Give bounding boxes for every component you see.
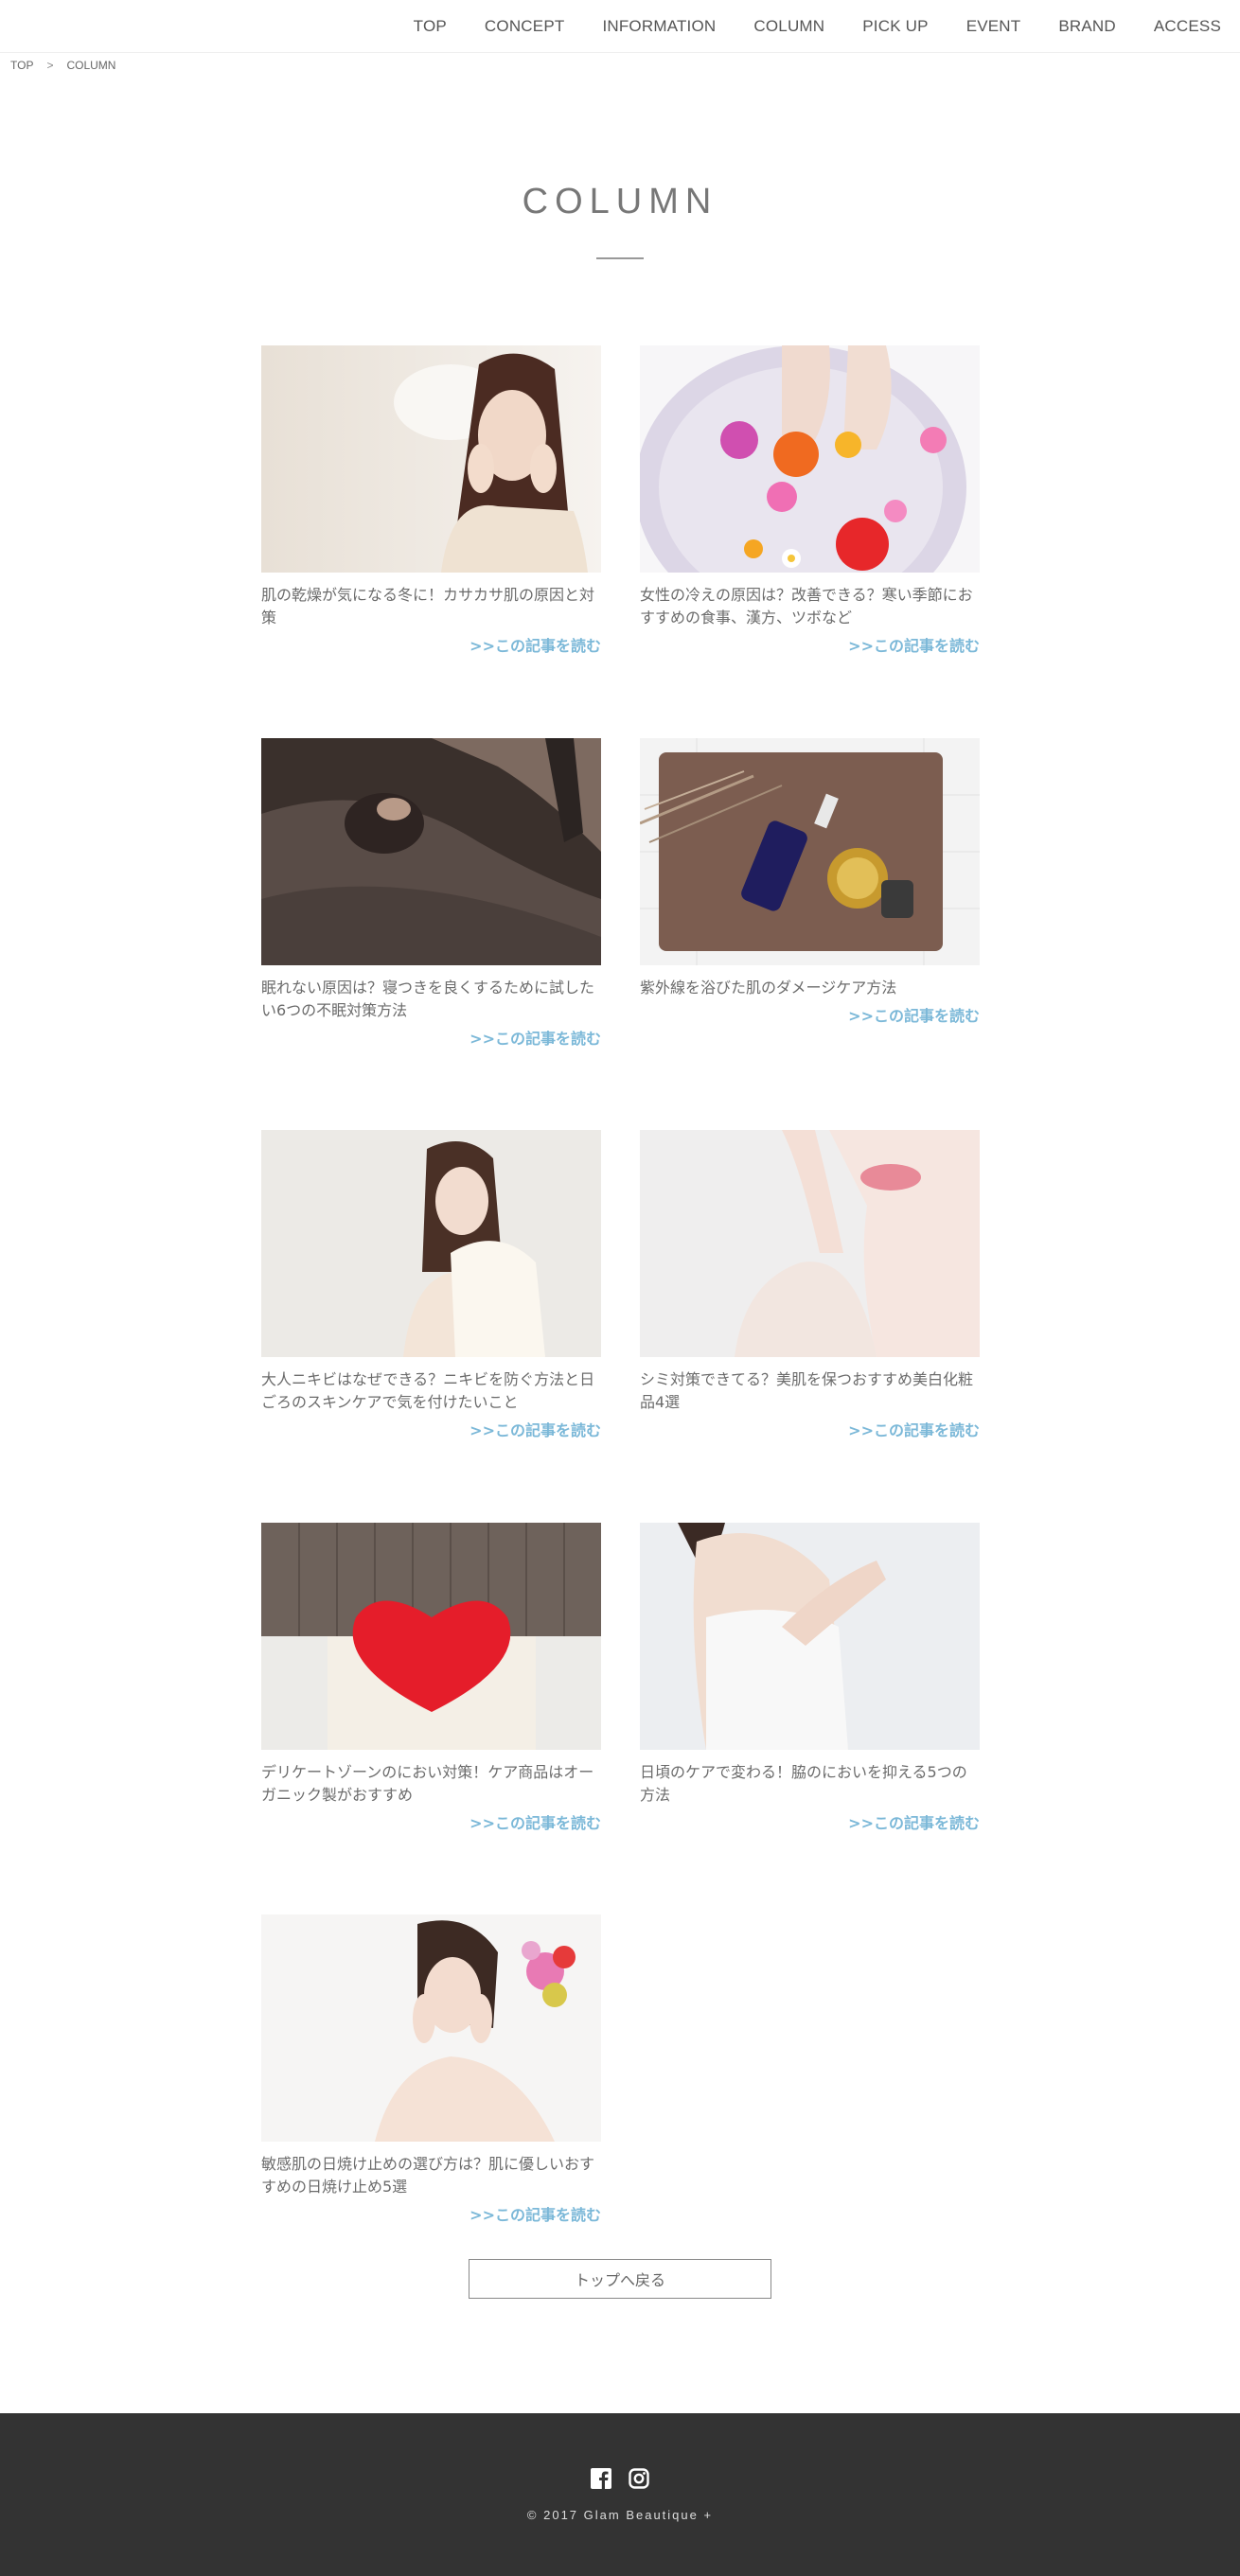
read-more-link[interactable]: >>この記事を読む [640, 1418, 980, 1440]
hand-on-cheek-image [640, 1130, 980, 1357]
nav-column[interactable]: COLUMN [753, 17, 824, 36]
title-divider [596, 257, 644, 259]
red-heart-cushion-image [261, 1523, 601, 1750]
nav-concept[interactable]: CONCEPT [485, 17, 565, 36]
read-more-link[interactable]: >>この記事を読む [261, 1418, 601, 1440]
article-thumbnail[interactable] [640, 345, 980, 573]
article-card: 肌の乾燥が気になる冬に！カサカサ肌の原因と対策 >>この記事を読む [261, 345, 601, 656]
foot-bath-flowers-image [640, 345, 980, 573]
article-title: シミ対策できてる？美肌を保つおすすめ美白化粧品4選 [640, 1370, 974, 1411]
woman-with-towel-image [261, 1130, 601, 1357]
article-card: 紫外線を浴びた肌のダメージケア方法 >>この記事を読む [640, 738, 980, 1026]
article-title: 大人ニキビはなぜできる？ニキビを防ぐ方法と日ごろのスキンケアで気を付けたいこと [261, 1370, 595, 1411]
site-footer: © 2017 Glam Beautique + [0, 2413, 1240, 2576]
site-header: TOP CONCEPT INFORMATION COLUMN PICK UP E… [0, 0, 1240, 53]
article-card: 女性の冷えの原因は？改善できる？寒い季節におすすめの食事、漢方、ツボなど >>こ… [640, 345, 980, 656]
read-more-link[interactable]: >>この記事を読む [261, 633, 601, 656]
article-title: デリケートゾーンのにおい対策！ケア商品はオーガニック製がおすすめ [261, 1763, 594, 1804]
nav-top[interactable]: TOP [414, 17, 447, 36]
breadcrumb-home[interactable]: TOP [10, 59, 33, 72]
article-thumbnail[interactable] [261, 1914, 601, 2142]
article-thumbnail[interactable] [640, 738, 980, 965]
article-thumbnail[interactable] [640, 1523, 980, 1750]
article-title: 肌の乾燥が気になる冬に！カサカサ肌の原因と対策 [261, 586, 595, 626]
read-more-link[interactable]: >>この記事を読む [261, 1810, 601, 1833]
article-thumbnail[interactable] [261, 1523, 601, 1750]
article-thumbnail[interactable] [261, 738, 601, 965]
page-title: COLUMN [522, 182, 718, 221]
breadcrumb-separator: > [46, 59, 54, 72]
facebook-icon[interactable] [591, 2468, 611, 2489]
woman-sleeping-image [261, 738, 601, 965]
nav-access[interactable]: ACCESS [1154, 17, 1221, 36]
social-links [0, 2468, 1240, 2489]
article-thumbnail[interactable] [261, 345, 601, 573]
read-more-link[interactable]: >>この記事を読む [640, 633, 980, 656]
read-more-link[interactable]: >>この記事を読む [640, 1810, 980, 1833]
woman-touching-face-image [261, 345, 601, 573]
woman-in-towel-image [640, 1523, 980, 1750]
article-title: 紫外線を浴びた肌のダメージケア方法 [640, 979, 897, 997]
nav-brand[interactable]: BRAND [1058, 17, 1116, 36]
article-title: 敏感肌の日焼け止めの選び方は？肌に優しいおすすめの日焼け止め5選 [261, 2155, 595, 2196]
nav-event[interactable]: EVENT [966, 17, 1021, 36]
nav-information[interactable]: INFORMATION [602, 17, 716, 36]
article-card: 日頃のケアで変わる！脇のにおいを抑える5つの方法 >>この記事を読む [640, 1523, 980, 1833]
read-more-link[interactable]: >>この記事を読む [640, 1003, 980, 1026]
read-more-link[interactable]: >>この記事を読む [261, 1026, 601, 1049]
article-card: 敏感肌の日焼け止めの選び方は？肌に優しいおすすめの日焼け止め5選 >>この記事を… [261, 1914, 601, 2225]
article-thumbnail[interactable] [261, 1130, 601, 1357]
woman-with-flowers-in-hair-image [261, 1914, 601, 2142]
article-title: 女性の冷えの原因は？改善できる？寒い季節におすすめの食事、漢方、ツボなど [640, 586, 973, 626]
skincare-bottles-on-towel-image [640, 738, 980, 965]
main-nav: TOP CONCEPT INFORMATION COLUMN PICK UP E… [414, 0, 1221, 53]
article-card: 大人ニキビはなぜできる？ニキビを防ぐ方法と日ごろのスキンケアで気を付けたいこと … [261, 1130, 601, 1440]
copyright-text: © 2017 Glam Beautique + [526, 2508, 714, 2522]
article-title: 眠れない原因は？寝つきを良くするために試したい6つの不眠対策方法 [261, 979, 595, 1019]
article-title: 日頃のケアで変わる！脇のにおいを抑える5つの方法 [640, 1763, 967, 1804]
breadcrumb: TOP > COLUMN [10, 59, 115, 72]
breadcrumb-current: COLUMN [66, 59, 116, 72]
instagram-icon[interactable] [629, 2468, 649, 2489]
article-card: 眠れない原因は？寝つきを良くするために試したい6つの不眠対策方法 >>この記事を… [261, 738, 601, 1049]
back-to-top-button[interactable]: トップへ戻る [469, 2259, 771, 2299]
article-card: シミ対策できてる？美肌を保つおすすめ美白化粧品4選 >>この記事を読む [640, 1130, 980, 1440]
read-more-link[interactable]: >>この記事を読む [261, 2202, 601, 2225]
article-card: デリケートゾーンのにおい対策！ケア商品はオーガニック製がおすすめ >>この記事を… [261, 1523, 601, 1833]
article-thumbnail[interactable] [640, 1130, 980, 1357]
nav-pick-up[interactable]: PICK UP [862, 17, 928, 36]
